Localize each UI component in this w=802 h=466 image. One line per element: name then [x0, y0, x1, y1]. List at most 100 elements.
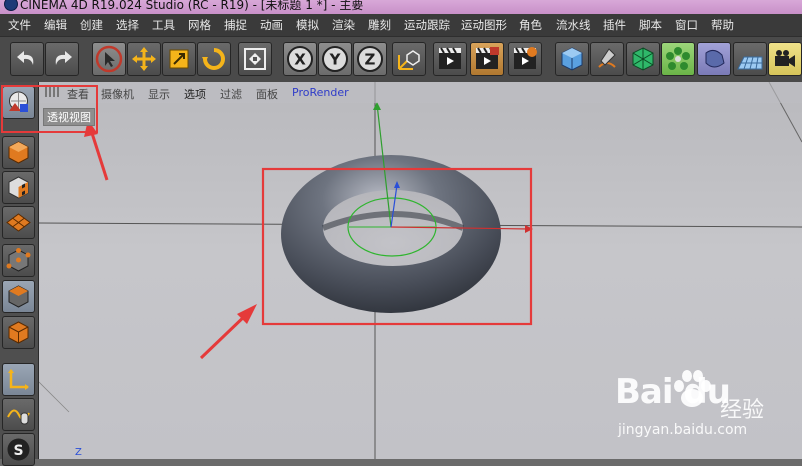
y-axis-arrow	[373, 102, 381, 110]
main-toolbar: X Y Z	[0, 36, 802, 84]
y-axis-icon: Y	[322, 46, 348, 72]
viewport-menu-display[interactable]: 显示	[148, 86, 170, 102]
watermark-url: jingyan.baidu.com	[618, 422, 748, 438]
menu-snap[interactable]: 捕捉	[224, 17, 247, 33]
texture-mode-button[interactable]	[2, 171, 35, 204]
menu-create[interactable]: 创建	[80, 17, 103, 33]
menu-simulate[interactable]: 模拟	[296, 17, 319, 33]
menu-bar: 文件 编辑 创建 选择 工具 网格 捕捉 动画 模拟 渲染 雕刻 运动跟踪 运动…	[0, 14, 802, 36]
render-picture-viewer-icon	[476, 47, 499, 69]
svg-text:S: S	[13, 443, 23, 459]
array-icon	[666, 47, 690, 70]
render-picture-viewer-button[interactable]	[470, 42, 504, 76]
menu-file[interactable]: 文件	[8, 17, 31, 33]
subdivision-surface-button[interactable]	[626, 42, 660, 76]
y-axis-lock-button[interactable]: Y	[318, 42, 352, 76]
axis-mode-icon	[8, 369, 29, 390]
menu-render[interactable]: 渲染	[332, 17, 355, 33]
z-axis-lock-button[interactable]: Z	[353, 42, 387, 76]
x-axis-icon: X	[287, 46, 313, 72]
points-mode-button[interactable]	[2, 244, 35, 277]
axis-indicator-label: Z	[75, 447, 82, 458]
recent-tools-button[interactable]	[238, 42, 272, 76]
move-button[interactable]	[127, 42, 161, 76]
coordinate-system-icon	[398, 50, 420, 70]
model-mode-icon	[8, 141, 29, 164]
viewport-menu-options[interactable]: 选项	[184, 86, 206, 102]
viewport-menu-panel[interactable]: 面板	[256, 86, 278, 102]
move-icon	[132, 47, 156, 71]
x-axis-lock-button[interactable]: X	[283, 42, 317, 76]
edges-mode-icon	[8, 285, 29, 308]
menu-help[interactable]: 帮助	[711, 17, 734, 33]
polygons-mode-icon	[8, 321, 29, 344]
svg-text:X: X	[294, 51, 306, 69]
edges-mode-button[interactable]	[2, 280, 35, 313]
title-bar: CINEMA 4D R19.024 Studio (RC - R19) - [未…	[0, 0, 802, 14]
tweak-icon	[7, 409, 30, 425]
render-view-icon	[439, 47, 461, 69]
floor-object-button[interactable]	[733, 42, 767, 76]
model-mode-button[interactable]	[2, 136, 35, 169]
redo-button[interactable]	[45, 42, 79, 76]
z-axis-icon: Z	[357, 46, 383, 72]
rotate-button[interactable]	[197, 42, 231, 76]
grid-line-left	[39, 381, 70, 413]
undo-button[interactable]	[10, 42, 44, 76]
watermark-cn: 经验	[720, 398, 765, 423]
window-title: CINEMA 4D R19.024 Studio (RC - R19) - [未…	[20, 0, 364, 12]
menu-select[interactable]: 选择	[116, 17, 139, 33]
render-view-button[interactable]	[433, 42, 467, 76]
menu-plugins[interactable]: 插件	[603, 17, 626, 33]
svg-text:Y: Y	[329, 51, 342, 69]
render-settings-icon	[514, 47, 537, 69]
pen-tool-button[interactable]	[590, 42, 624, 76]
svg-text:Z: Z	[365, 51, 376, 69]
tweak-mode-button[interactable]	[2, 398, 35, 431]
make-editable-highlight-box	[1, 85, 98, 133]
rotate-icon	[202, 48, 225, 70]
left-mode-toolbar: S	[0, 82, 39, 466]
viewport-menu-prorender[interactable]: ProRender	[292, 86, 349, 99]
cube-object-button[interactable]	[555, 42, 589, 76]
points-mode-icon	[6, 248, 31, 272]
solo-button[interactable]: S	[2, 433, 35, 466]
deformer-icon	[705, 49, 725, 68]
annotation-arrow	[199, 310, 251, 360]
baidu-paw-icon	[674, 370, 711, 407]
camera-icon	[775, 50, 795, 67]
scale-icon	[169, 49, 189, 69]
workplane-button[interactable]	[2, 206, 35, 239]
camera-object-button[interactable]	[768, 42, 802, 76]
live-selection-button[interactable]	[92, 42, 126, 76]
menu-script[interactable]: 脚本	[639, 17, 662, 33]
viewport-menu-bar: 查看 摄像机 显示 选项 过滤 面板 ProRender	[39, 82, 802, 103]
select-arrow-icon	[95, 45, 123, 73]
cinema4d-app-icon	[4, 0, 18, 11]
recent-tools-icon	[244, 48, 266, 70]
coordinate-system-button[interactable]	[392, 42, 426, 76]
menu-motion-tracking[interactable]: 运动跟踪	[404, 17, 450, 33]
deformer-button[interactable]	[697, 42, 731, 76]
scale-button[interactable]	[162, 42, 196, 76]
menu-tools[interactable]: 工具	[152, 17, 175, 33]
texture-mode-icon	[8, 176, 29, 199]
menu-sculpt[interactable]: 雕刻	[368, 17, 391, 33]
menu-character[interactable]: 角色	[519, 17, 542, 33]
menu-mesh[interactable]: 网格	[188, 17, 211, 33]
menu-animate[interactable]: 动画	[260, 17, 283, 33]
polygons-mode-button[interactable]	[2, 316, 35, 349]
menu-window[interactable]: 窗口	[675, 17, 698, 33]
array-button[interactable]	[661, 42, 695, 76]
undo-icon	[17, 51, 34, 65]
viewport-menu-cameras[interactable]: 摄像机	[101, 86, 134, 102]
baidu-jingyan-watermark: Bai du 经验 jingyan.baidu.com	[615, 370, 800, 457]
menu-pipeline[interactable]: 流水线	[556, 17, 591, 33]
viewport-menu-filter[interactable]: 过滤	[220, 86, 242, 102]
axis-mode-button[interactable]	[2, 363, 35, 396]
render-settings-button[interactable]	[508, 42, 542, 76]
subdivision-icon	[632, 47, 654, 71]
menu-edit[interactable]: 编辑	[44, 17, 67, 33]
menu-mograph[interactable]: 运动图形	[461, 17, 507, 33]
cube-icon	[561, 47, 583, 71]
